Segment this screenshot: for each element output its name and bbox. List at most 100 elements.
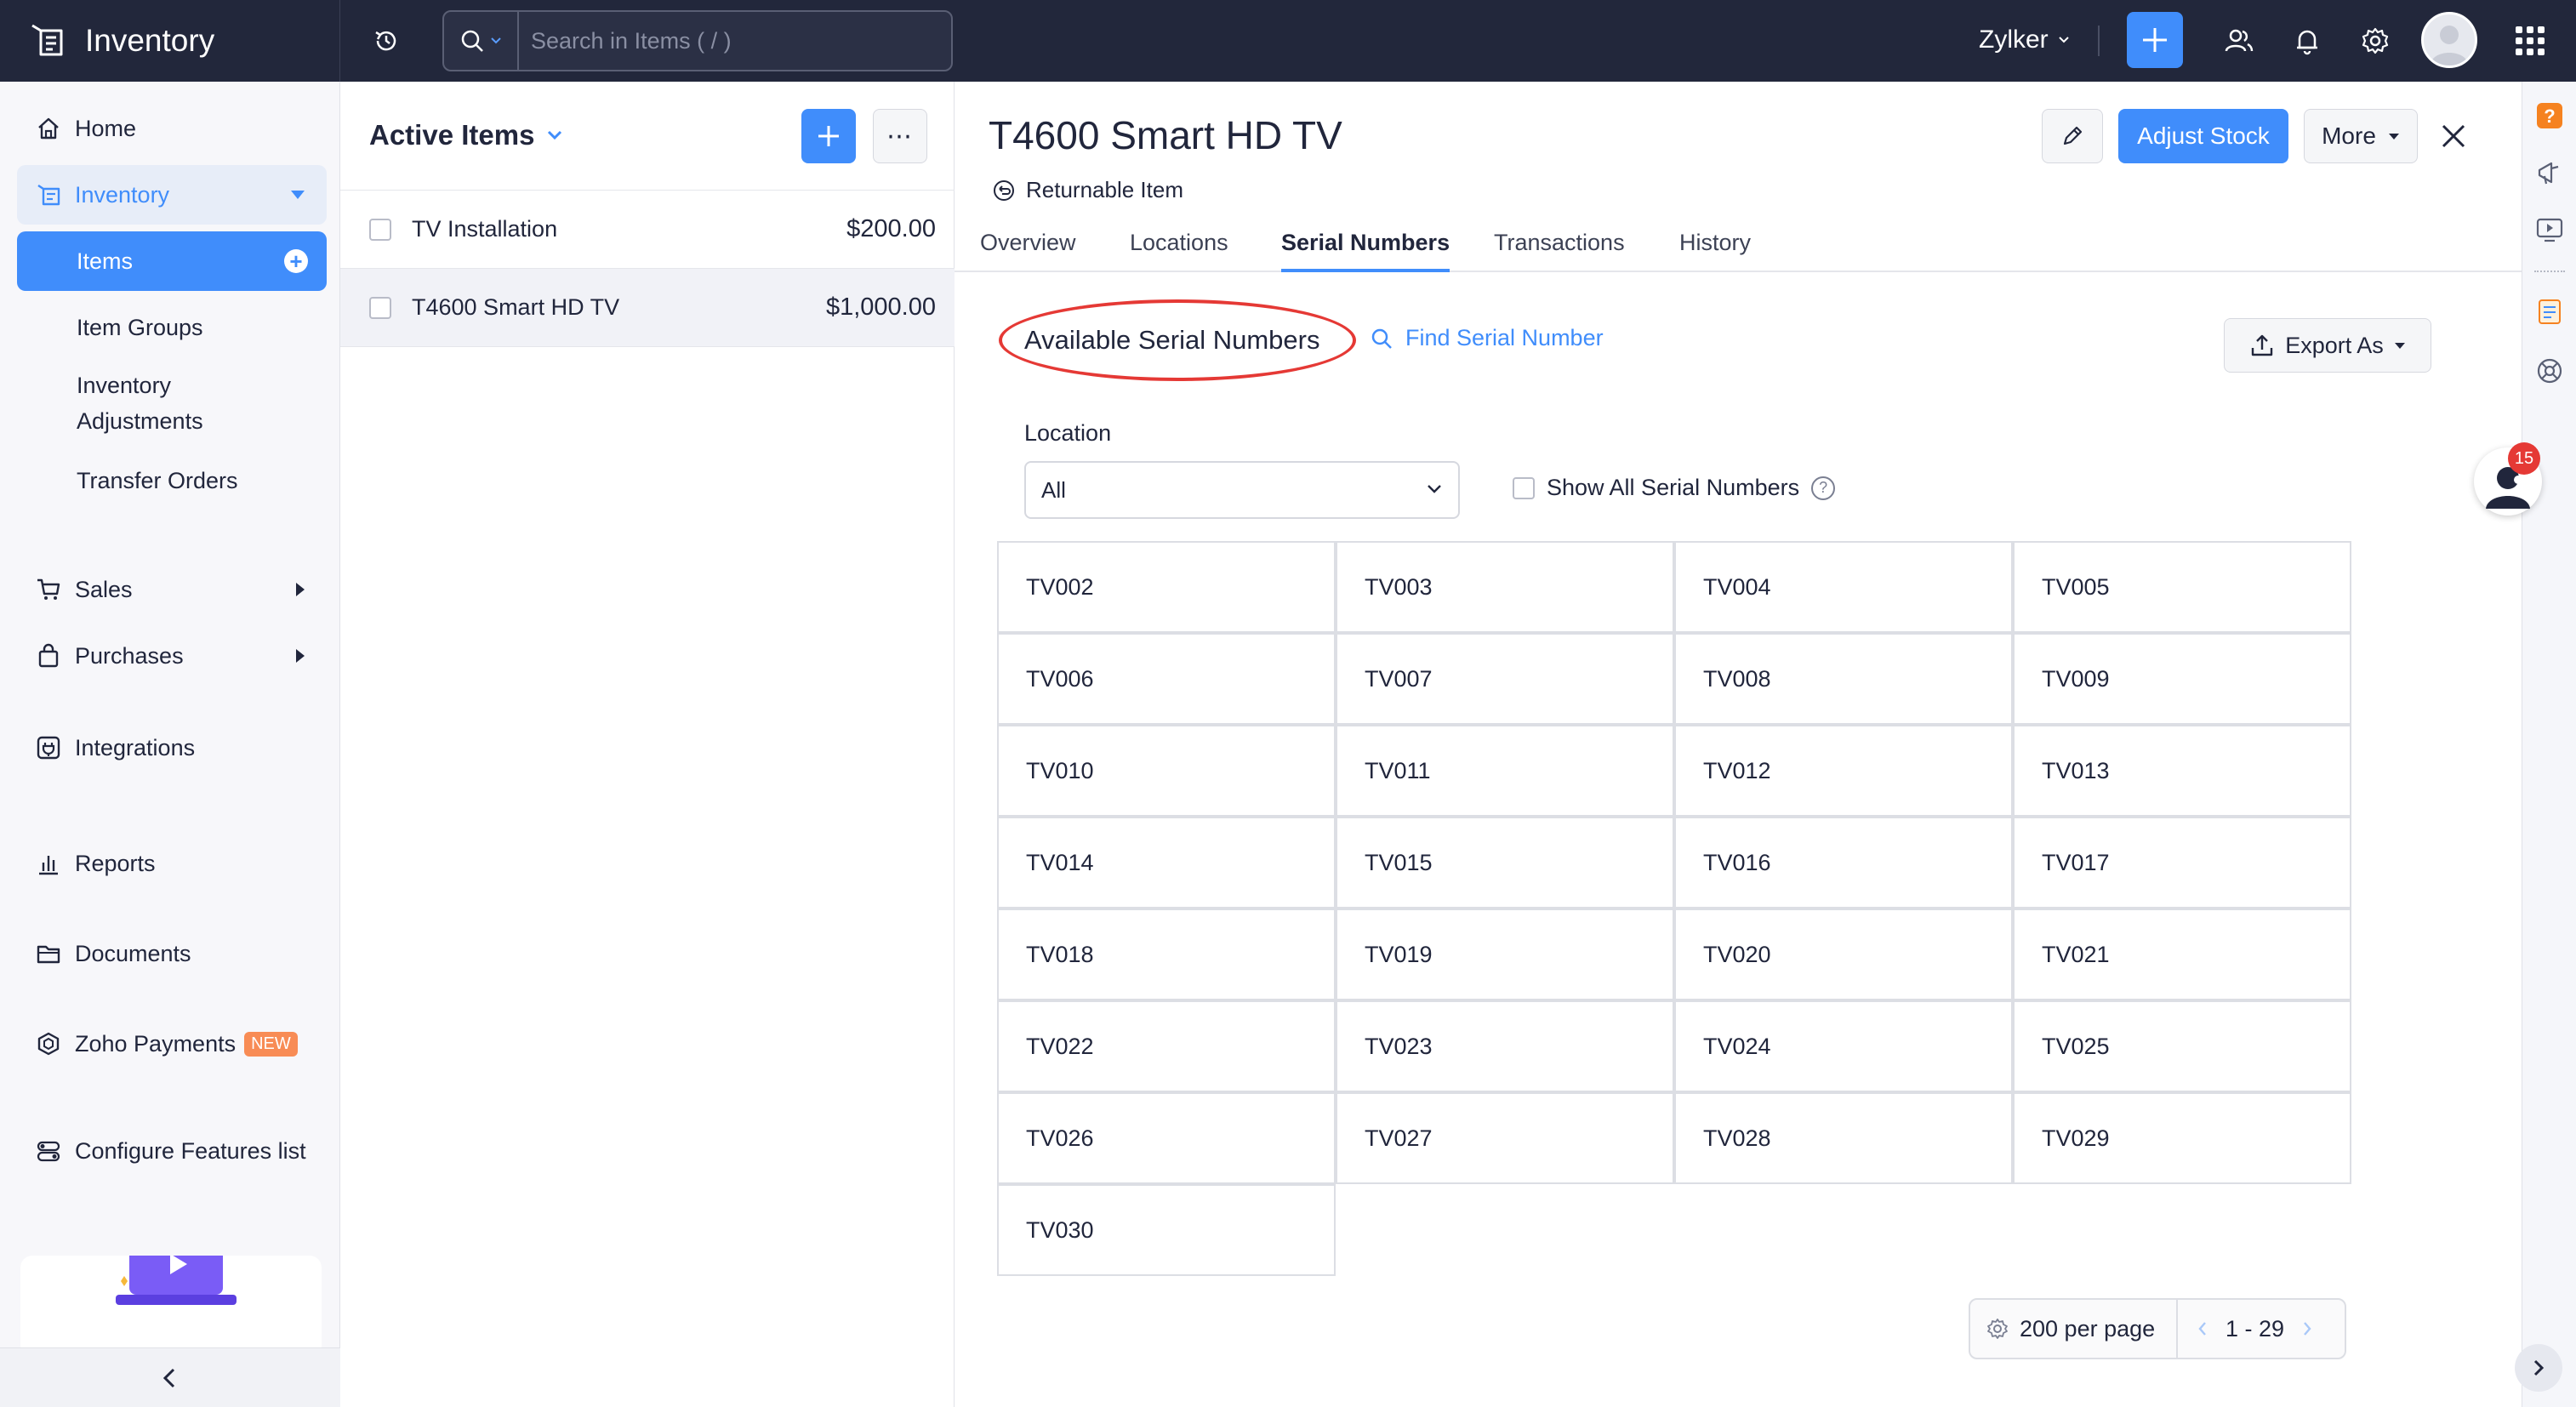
edit-button[interactable] xyxy=(2042,109,2103,163)
sidebar-item-label: Reports xyxy=(75,850,156,876)
search-icon xyxy=(459,28,485,54)
sidebar-item-label: Home xyxy=(75,115,137,141)
show-all-serials-toggle[interactable]: Show All Serial Numbers ? xyxy=(1513,475,1836,501)
app-grid-icon[interactable] xyxy=(2513,24,2547,58)
bar-chart-icon xyxy=(34,849,63,878)
org-switcher[interactable]: Zylker xyxy=(1979,26,2071,54)
sidebar-item-home[interactable]: Home xyxy=(17,99,327,158)
integrations-icon xyxy=(34,733,63,762)
search-icon xyxy=(1371,328,1392,349)
row-checkbox[interactable] xyxy=(369,296,391,319)
chevron-left-icon[interactable] xyxy=(2197,1320,2208,1337)
sidebar-item-transfer-orders[interactable]: Transfer Orders xyxy=(17,451,327,510)
announcement-icon[interactable] xyxy=(2534,158,2565,189)
per-page-selector[interactable]: 200 per page xyxy=(1970,1300,2178,1358)
tab-transactions[interactable]: Transactions xyxy=(1494,230,1625,272)
chevron-right-icon[interactable] xyxy=(2301,1320,2313,1337)
plus-icon xyxy=(2143,28,2167,52)
payments-icon xyxy=(34,1029,63,1058)
list-item[interactable]: TV Installation $200.00 xyxy=(340,191,955,269)
serial-number-cell: TV027 xyxy=(1336,1092,1674,1184)
search-bar[interactable]: Search in Items ( / ) xyxy=(442,10,953,71)
settings-gear-icon[interactable] xyxy=(2357,22,2394,60)
show-all-label: Show All Serial Numbers xyxy=(1547,475,1800,500)
support-icon[interactable] xyxy=(2534,356,2565,386)
divider xyxy=(2098,26,2100,56)
chevron-down-icon xyxy=(1428,485,1441,493)
app-name: Inventory xyxy=(85,23,215,58)
help-icon[interactable]: ? xyxy=(1811,476,1836,500)
sidebar-item-reports[interactable]: Reports xyxy=(17,834,327,893)
sidebar-item-integrations[interactable]: Integrations xyxy=(17,718,327,778)
serial-number-cell: TV002 xyxy=(997,541,1336,633)
more-actions-button[interactable]: More xyxy=(2304,109,2418,163)
serial-number-cell: TV026 xyxy=(997,1092,1336,1184)
video-tutorial-icon[interactable] xyxy=(2534,214,2565,245)
svg-text:?: ? xyxy=(2544,105,2555,127)
page-range: 1 - 29 xyxy=(2178,1316,2313,1342)
search-scope-dropdown[interactable] xyxy=(444,12,519,70)
detail-tabs: Overview Locations Serial Numbers Transa… xyxy=(955,230,2522,272)
list-header: Active Items ⋯ xyxy=(340,82,955,191)
serial-number-cell: TV010 xyxy=(997,725,1336,817)
find-serial-label: Find Serial Number xyxy=(1405,325,1604,350)
search-input[interactable]: Search in Items ( / ) xyxy=(519,28,732,54)
chevron-down-icon xyxy=(548,130,562,140)
caret-down-icon xyxy=(2394,343,2405,349)
sidebar-item-sales[interactable]: Sales xyxy=(17,560,327,619)
export-label: Export As xyxy=(2285,332,2384,358)
sidebar-item-items[interactable]: Items + xyxy=(17,231,327,291)
tab-history[interactable]: History xyxy=(1679,230,1751,272)
find-serial-number-link[interactable]: Find Serial Number xyxy=(1370,325,1604,351)
serial-number-cell: TV019 xyxy=(1336,909,1674,1000)
serial-number-cell: TV003 xyxy=(1336,541,1674,633)
sidebar-item-zoho-payments[interactable]: Zoho Payments NEW xyxy=(17,1014,327,1074)
more-options-button[interactable]: ⋯ xyxy=(873,109,927,163)
notes-icon[interactable] xyxy=(2534,296,2565,327)
sidebar-item-purchases[interactable]: Purchases xyxy=(17,626,327,686)
item-price: $200.00 xyxy=(846,215,936,242)
inventory-logo-icon xyxy=(27,20,68,61)
chevron-down-icon xyxy=(490,37,502,45)
close-icon[interactable] xyxy=(2436,119,2471,153)
sidebar-item-inventory[interactable]: Inventory xyxy=(17,165,327,225)
toggles-icon xyxy=(34,1136,63,1165)
show-all-checkbox[interactable] xyxy=(1513,476,1535,499)
brand[interactable]: Inventory xyxy=(0,0,340,82)
recent-history-icon[interactable] xyxy=(368,22,405,60)
serial-number-cell: TV020 xyxy=(1674,909,2013,1000)
location-value: All xyxy=(1041,476,1066,503)
serial-number-cell: TV022 xyxy=(997,1000,1336,1092)
row-checkbox[interactable] xyxy=(369,218,391,241)
promo-card[interactable] xyxy=(20,1256,322,1347)
new-badge: NEW xyxy=(244,1031,298,1057)
notification-bell-icon[interactable] xyxy=(2288,22,2326,60)
collapse-sidebar-button[interactable] xyxy=(0,1347,340,1407)
sidebar-item-item-groups[interactable]: Item Groups xyxy=(17,298,327,357)
sidebar-item-configure-features[interactable]: Configure Features list xyxy=(17,1121,327,1181)
sidebar-item-inventory-adjustments[interactable]: Inventory Adjustments xyxy=(17,362,327,439)
serial-number-cell: TV006 xyxy=(997,633,1336,725)
tab-locations[interactable]: Locations xyxy=(1130,230,1228,272)
list-item[interactable]: T4600 Smart HD TV $1,000.00 xyxy=(340,269,955,347)
sidebar-item-label: Adjustments xyxy=(77,408,203,434)
serial-number-cell: TV016 xyxy=(1674,817,2013,909)
help-question-icon[interactable]: ? xyxy=(2534,100,2565,131)
quick-create-button[interactable] xyxy=(2127,12,2183,68)
user-avatar[interactable] xyxy=(2421,12,2477,68)
add-item-icon[interactable]: + xyxy=(284,249,308,273)
new-item-button[interactable] xyxy=(801,109,856,163)
list-view-selector[interactable]: Active Items xyxy=(369,119,563,151)
adjust-stock-button[interactable]: Adjust Stock xyxy=(2118,109,2288,163)
users-icon[interactable] xyxy=(2220,22,2258,60)
caret-down-icon xyxy=(291,191,305,199)
tab-serial-numbers[interactable]: Serial Numbers xyxy=(1281,230,1450,272)
export-as-button[interactable]: Export As xyxy=(2224,318,2431,373)
cart-icon xyxy=(34,575,63,604)
expand-rail-button[interactable] xyxy=(2515,1344,2562,1392)
notification-count-badge: 15 xyxy=(2508,442,2540,475)
tab-overview[interactable]: Overview xyxy=(980,230,1076,272)
sidebar-item-documents[interactable]: Documents xyxy=(17,924,327,983)
item-list-panel: Active Items ⋯ TV Installation $200.00 T… xyxy=(340,82,955,1407)
location-select[interactable]: All xyxy=(1024,461,1460,519)
